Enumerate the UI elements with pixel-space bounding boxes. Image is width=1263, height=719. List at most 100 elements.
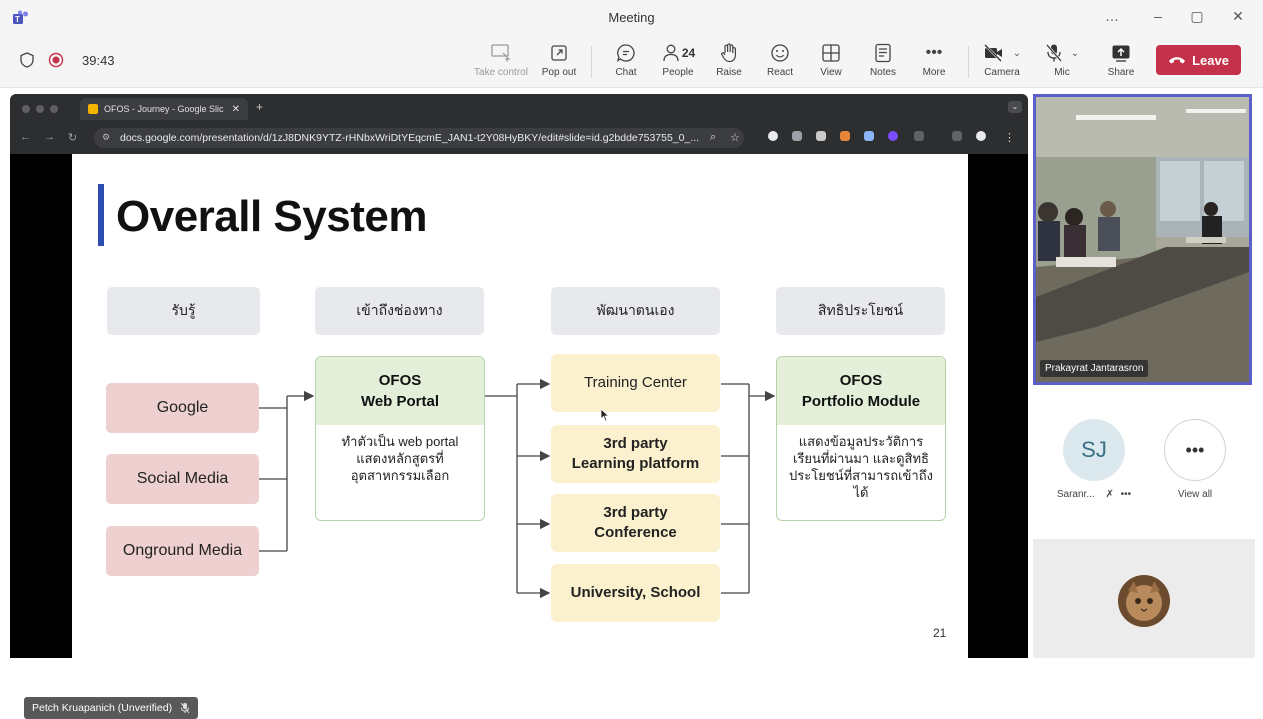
extensions-puzzle-icon[interactable] [914, 131, 924, 141]
mic-off-icon [1045, 44, 1062, 62]
meeting-toolbar: 39:43 Take control Pop out Chat 24 Peopl… [0, 36, 1263, 88]
camera-button[interactable]: ⌄ Camera [974, 42, 1030, 78]
people-icon [663, 44, 679, 62]
tab-search-chevron-icon[interactable]: ⌄ [1008, 101, 1022, 113]
people-count: 24 [681, 46, 696, 60]
participant-name-row: Saranr... ✗ ••• [1054, 489, 1134, 500]
channel-label-line1: 3rd party [603, 504, 668, 521]
view-all-label: View all [1177, 489, 1213, 500]
take-control-button[interactable]: Take control [473, 42, 529, 78]
phone-hangup-icon [1169, 57, 1186, 64]
portfolio-title-line1: OFOS [839, 372, 883, 389]
profile-icon[interactable] [976, 131, 986, 141]
address-bar[interactable]: ⚙ docs.google.com/presentation/d/1zJ8DNK… [94, 128, 744, 148]
slides-favicon-icon [88, 104, 98, 114]
slide-page-number: 21 [933, 626, 947, 640]
extension-icon-2[interactable] [792, 131, 802, 141]
shared-screen: OFOS - Journey - Google Slic ✕ + ⌄ ← → ↻… [0, 89, 1030, 719]
recording-icon [48, 52, 64, 68]
slide-viewport: Overall System รับรู้ เข้าถึงช่องทาง พัฒ… [10, 154, 1028, 719]
mic-button[interactable]: ⌄ Mic [1034, 42, 1090, 78]
self-view-tile[interactable] [1033, 539, 1255, 658]
presenter-mic-off-icon [180, 702, 190, 714]
back-arrow-icon[interactable]: ← [20, 131, 31, 143]
more-icon: ••• [925, 44, 943, 61]
view-button[interactable]: View [803, 42, 859, 78]
browser-tab-title: OFOS - Journey - Google Slic [104, 104, 224, 114]
portfolio-module-box: OFOS Portfolio Module แสดงข้อมูลประวัติก… [776, 356, 946, 521]
raise-hand-icon [721, 43, 736, 63]
forward-arrow-icon[interactable]: → [44, 131, 55, 143]
participant-video-tile[interactable]: Prakayrat Jantarasron [1033, 94, 1252, 385]
channel-conference: 3rd party Conference [551, 494, 720, 552]
share-button[interactable]: Share [1093, 42, 1149, 78]
site-info-icon[interactable]: ⚙ [102, 132, 114, 144]
meeting-timer: 39:43 [82, 52, 115, 68]
maximize-button[interactable]: ▢ [1187, 8, 1207, 25]
close-window-button[interactable]: ✕ [1228, 8, 1248, 25]
extension-icon-5[interactable] [864, 131, 874, 141]
channel-training-center: Training Center [551, 354, 720, 412]
presenter-name-tag: Petch Kruapanich (Unverified) [24, 697, 199, 719]
source-social-media: Social Media [106, 454, 259, 504]
pop-out-icon [551, 45, 567, 61]
notes-icon [875, 43, 891, 63]
web-portal-title-line1: OFOS [378, 372, 422, 389]
zoom-search-icon[interactable]: ⌕ [710, 131, 716, 144]
tab-close-icon[interactable]: ✕ [232, 104, 240, 115]
extension-icon-3[interactable] [816, 131, 826, 141]
view-all-button[interactable]: ••• [1164, 419, 1226, 481]
chat-button[interactable]: Chat [598, 42, 654, 78]
browser-menu-icon[interactable]: ⋮ [1004, 131, 1015, 144]
extension-icon-1[interactable] [768, 131, 778, 141]
extension-icon-6[interactable] [888, 131, 898, 141]
web-portal-box: OFOS Web Portal ทำตัวเป็น web portal แสด… [315, 356, 485, 521]
extension-icon-4[interactable] [840, 131, 850, 141]
participant-mic-off-icon: ✗ [1105, 489, 1114, 500]
side-panel-icon[interactable] [952, 131, 962, 141]
participant-tile-sj[interactable]: SJ Saranr... ✗ ••• [1054, 419, 1134, 500]
people-button[interactable]: 24 People [650, 42, 706, 78]
window-more-button[interactable]: … [1102, 8, 1122, 24]
camera-chevron-down-icon[interactable]: ⌄ [1013, 48, 1021, 59]
view-all-tile[interactable]: ••• View all [1155, 419, 1235, 500]
participant-more-icon[interactable]: ••• [1121, 489, 1132, 500]
portfolio-title-line2: Portfolio Module [801, 393, 921, 410]
pop-out-button[interactable]: Pop out [531, 42, 587, 78]
channel-label: Training Center [584, 374, 687, 391]
take-control-icon [491, 44, 511, 62]
channel-university-school: University, School [551, 564, 720, 622]
participants-panel: Prakayrat Jantarasron SJ Saranr... ✗ •••… [1030, 89, 1263, 658]
more-button[interactable]: ••• More [906, 42, 962, 78]
channel-label-line2: Conference [594, 524, 677, 541]
react-icon [771, 44, 789, 62]
avatar: SJ [1063, 419, 1125, 481]
more-icon: ••• [1185, 439, 1205, 460]
minimize-button[interactable]: – [1148, 8, 1168, 24]
channel-label-line1: 3rd party [603, 435, 668, 452]
view-icon [822, 44, 840, 62]
leave-button[interactable]: Leave [1156, 45, 1241, 75]
web-portal-title-line2: Web Portal [360, 393, 440, 410]
browser-nav-row: ← → ↻ ⚙ docs.google.com/presentation/d/1… [10, 125, 1028, 151]
channel-learning-platform: 3rd party Learning platform [551, 425, 720, 483]
reload-icon[interactable]: ↻ [68, 131, 77, 144]
source-google: Google [106, 383, 259, 433]
mic-chevron-down-icon[interactable]: ⌄ [1071, 48, 1079, 59]
channel-label: University, School [570, 584, 701, 601]
browser-window-dots [22, 105, 58, 113]
raise-hand-button[interactable]: Raise [701, 42, 757, 78]
notes-button[interactable]: Notes [855, 42, 911, 78]
bookmark-star-icon[interactable]: ☆ [730, 131, 740, 144]
source-onground-media: Onground Media [106, 526, 259, 576]
browser-tab[interactable]: OFOS - Journey - Google Slic ✕ [80, 98, 248, 120]
new-tab-button[interactable]: + [256, 100, 263, 114]
browser-window-chrome: OFOS - Journey - Google Slic ✕ + ⌄ ← → ↻… [10, 94, 1028, 154]
cat-photo-avatar [1118, 575, 1170, 627]
avatar-initials: SJ [1081, 437, 1107, 462]
portfolio-description: แสดงข้อมูลประวัติการเรียนที่ผ่านมา และดู… [789, 434, 933, 500]
shield-icon[interactable] [20, 52, 34, 68]
mouse-cursor-icon [600, 408, 610, 422]
react-button[interactable]: React [752, 42, 808, 78]
address-bar-url: docs.google.com/presentation/d/1zJ8DNK9Y… [120, 132, 700, 144]
